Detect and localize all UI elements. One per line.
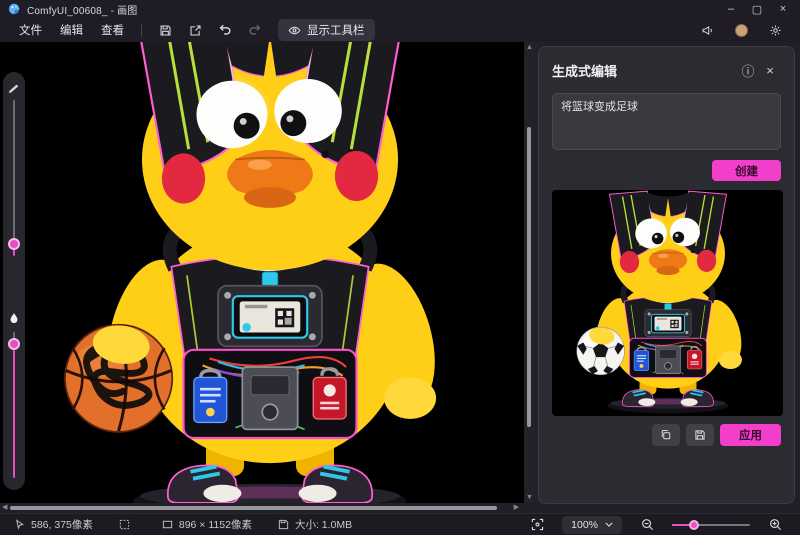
save-icon <box>160 25 170 35</box>
close-button[interactable]: × <box>770 1 796 18</box>
settings-gear-icon <box>769 24 781 36</box>
paint-app-window: ComfyUI_00608_ - 画图 – ▢ × 文件 编辑 查看 显示工具栏 <box>0 0 800 535</box>
share-button[interactable] <box>183 20 207 40</box>
menubar-right-icons <box>692 20 790 40</box>
selection-icon <box>119 519 130 530</box>
create-button[interactable]: 创建 <box>712 160 781 181</box>
horizontal-scroll-thumb[interactable] <box>10 506 497 510</box>
canvas-size-icon <box>162 520 173 529</box>
zoom-out-icon <box>641 519 653 531</box>
copy-icon <box>661 430 671 440</box>
show-toolbar-toggle[interactable]: 显示工具栏 <box>278 19 375 41</box>
scroll-down-icon[interactable]: ▼ <box>526 494 533 501</box>
minimize-button[interactable]: – <box>718 1 744 18</box>
eye-icon <box>288 26 301 34</box>
size-slider[interactable] <box>13 100 15 244</box>
main-area: ▲ ▼ ◀ ▶ 生成式编辑 ⓘ × 将篮球变成足球 创建 应用 <box>0 42 800 513</box>
preview-box <box>552 190 783 416</box>
fit-to-screen-button[interactable] <box>525 515 549 535</box>
panel-close-button[interactable]: × <box>759 59 781 81</box>
scroll-right-icon[interactable]: ▶ <box>514 504 519 511</box>
canvas-area: ▲ ▼ ◀ ▶ <box>0 42 535 513</box>
zoom-level-value: 100% <box>571 518 598 531</box>
zoom-level-select[interactable]: 100% <box>562 515 622 534</box>
canvas-size: 896 × 1152像素 <box>162 517 252 532</box>
save-button[interactable] <box>153 20 177 40</box>
vertical-scroll-thumb[interactable] <box>527 127 531 427</box>
paint-app-icon <box>8 3 20 15</box>
chevron-down-icon <box>605 522 613 527</box>
zoom-controls: 100% <box>522 515 790 535</box>
menu-divider <box>141 23 142 37</box>
right-column: 生成式编辑 ⓘ × 将篮球变成足球 创建 应用 <box>535 42 800 513</box>
zoom-in-button[interactable] <box>763 515 787 535</box>
scroll-left-icon[interactable]: ◀ <box>2 504 7 511</box>
size-slider-thumb[interactable] <box>8 238 20 250</box>
info-button[interactable]: ⓘ <box>737 59 759 81</box>
status-bar: 586, 375像素 896 × 1152像素 大小: 1.0MB 100% <box>0 513 800 535</box>
undo-button[interactable] <box>213 20 237 40</box>
account-button[interactable] <box>729 20 753 40</box>
menu-bar: 文件 编辑 查看 显示工具栏 <box>0 18 800 42</box>
menu-edit[interactable]: 编辑 <box>51 19 92 41</box>
window-controls: – ▢ × <box>718 1 796 18</box>
zoom-slider[interactable] <box>672 518 750 532</box>
file-size-icon <box>278 519 289 530</box>
maximize-button[interactable]: ▢ <box>744 1 770 18</box>
menu-file[interactable]: 文件 <box>10 19 51 41</box>
close-icon: × <box>766 62 774 78</box>
redo-icon <box>249 24 261 35</box>
feedback-button[interactable] <box>695 20 719 40</box>
canvas-image[interactable] <box>0 42 535 513</box>
generative-edit-panel: 生成式编辑 ⓘ × 将篮球变成足球 创建 应用 <box>538 46 795 504</box>
panel-title: 生成式编辑 <box>552 63 618 79</box>
save-result-button[interactable] <box>686 424 714 446</box>
panel-header: 生成式编辑 ⓘ × <box>552 59 781 81</box>
prompt-input[interactable]: 将篮球变成足球 <box>552 93 781 150</box>
share-icon <box>190 25 200 35</box>
redo-button[interactable] <box>243 20 267 40</box>
preview-image <box>576 190 742 414</box>
apply-button[interactable]: 应用 <box>720 424 781 446</box>
title-bar: ComfyUI_00608_ - 画图 – ▢ × <box>0 0 800 18</box>
opacity-drop-icon <box>3 312 25 324</box>
account-avatar <box>734 23 748 37</box>
settings-button[interactable] <box>763 20 787 40</box>
zoom-slider-thumb[interactable] <box>689 519 699 530</box>
create-row: 创建 <box>552 160 781 181</box>
menu-view[interactable]: 查看 <box>92 19 133 41</box>
zoom-out-button[interactable] <box>635 515 659 535</box>
tool-rail <box>3 72 25 490</box>
horizontal-scrollbar[interactable]: ◀ ▶ <box>0 503 535 513</box>
cursor-icon <box>15 519 24 530</box>
info-icon: ⓘ <box>741 63 755 79</box>
undo-icon <box>219 24 231 35</box>
copy-result-button[interactable] <box>652 424 680 446</box>
brush-size-icon <box>3 82 25 94</box>
opacity-slider-thumb[interactable] <box>8 338 20 350</box>
cursor-position: 586, 375像素 <box>14 517 93 532</box>
file-size: 大小: 1.0MB <box>278 517 352 532</box>
save-image-icon <box>695 430 705 440</box>
selection-size <box>119 519 136 530</box>
show-toolbar-label: 显示工具栏 <box>307 25 365 37</box>
window-title: ComfyUI_00608_ - 画图 <box>27 5 138 17</box>
scroll-up-icon[interactable]: ▲ <box>526 44 533 51</box>
panel-actions: 应用 <box>552 424 781 446</box>
feedback-megaphone-icon <box>702 25 712 35</box>
fit-to-screen-icon <box>531 518 543 531</box>
zoom-in-icon <box>769 519 781 531</box>
vertical-scrollbar[interactable]: ▲ ▼ <box>524 42 535 503</box>
